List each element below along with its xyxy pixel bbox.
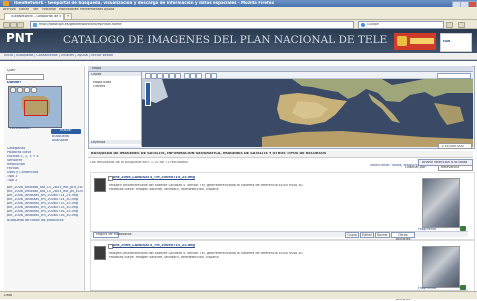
- metadata-page-label: Página de Metadatos: [96, 232, 132, 236]
- firefox-icon: [3, 1, 9, 6]
- tab-label: IGeoNetwork - Geoportal de búsqueda...: [11, 15, 61, 18]
- results-count: Los resultados de la búsqueda son: 1-10 …: [90, 161, 189, 164]
- site-nav-links[interactable]: Inicio | Búsqueda | Contáctenos | Enlace…: [4, 54, 304, 58]
- zoom-slider[interactable]: [145, 82, 151, 106]
- zoom-out-icon[interactable]: [24, 87, 30, 93]
- layers-title: Capas: [91, 72, 102, 76]
- url-bar[interactable]: http://www.ign.es/geonetwork/srv/es/main…: [30, 21, 354, 29]
- advanced-search-link-2[interactable]: Avanzada: [52, 139, 68, 143]
- zoom-in-icon[interactable]: [17, 87, 23, 93]
- status-text: Listo: [4, 293, 13, 297]
- window-titlebar: IGeoNetwork - Geoportal de búsqueda, vis…: [0, 0, 477, 8]
- full-extent-icon[interactable]: [31, 87, 37, 93]
- edit-button[interactable]: Editar: [360, 231, 374, 238]
- layer-item[interactable]: Límites: [93, 85, 105, 89]
- ministry-banner: [410, 38, 434, 44]
- forward-arrow-icon[interactable]: [10, 22, 17, 28]
- map-svg: [142, 79, 473, 147]
- copy-button[interactable]: Copia: [345, 231, 359, 238]
- site-title: CATÁLOGO DE IMÁGENES DEL PLAN NACIONAL D…: [63, 35, 388, 46]
- what-search-input[interactable]: [6, 74, 44, 80]
- all-products-link[interactable]: Búsqueda de todos los productos: [7, 219, 83, 223]
- recent-result-link[interactable]: pnt_2006_landsat5_tm_20060716_30.img: [7, 214, 83, 218]
- menu-item-editar[interactable]: Editar: [19, 8, 29, 12]
- map-view[interactable]: [142, 79, 473, 147]
- google-icon: [361, 23, 365, 27]
- site-navigation: Inicio | Búsqueda | Contáctenos | Enlace…: [0, 53, 477, 60]
- result-record: [90, 240, 475, 292]
- ign-logo: IGN: [440, 33, 472, 52]
- menu-item-marcadores[interactable]: Marcadores: [59, 8, 79, 12]
- overview-extent-box[interactable]: [24, 100, 48, 116]
- browser-tab[interactable]: IGeoNetwork - Geoportal de búsqueda...: [4, 13, 64, 20]
- results-title: BÚSQUEDA DE IMÁGENES DE SATÉLITE, INFORM…: [91, 152, 327, 155]
- search-engine-label: Google: [367, 23, 379, 26]
- ign-logo-text: IGN: [443, 40, 451, 43]
- menu-item-ver[interactable]: Ver: [33, 8, 39, 12]
- add-to-cart-label: Añadir selección a la cesta: [422, 160, 468, 164]
- sort-label: Ordenar por:: [405, 166, 427, 169]
- sort-select[interactable]: Relevancia: [438, 165, 473, 171]
- search-button[interactable]: Buscar: [51, 129, 81, 134]
- pan-icon[interactable]: [10, 87, 16, 93]
- layers-header: Capas: [89, 72, 141, 76]
- new-tab-icon[interactable]: +: [64, 13, 72, 20]
- raster-dataset-icon: [94, 178, 106, 192]
- site-favicon-icon: [33, 23, 37, 27]
- menu-item-archivo[interactable]: Archivo: [3, 8, 16, 12]
- delete-button[interactable]: Borrar: [375, 231, 390, 238]
- metadata-page-button[interactable]: Página de Metadatos: [93, 231, 132, 238]
- record-title-link[interactable]: pnt_2006_LANDSAT5_TM_20060715_25.img: [113, 244, 195, 248]
- record-thumbnail[interactable]: [422, 178, 460, 228]
- legend-title: Leyenda: [91, 140, 106, 144]
- coat-of-arms-icon: [397, 36, 407, 46]
- raster-dataset-icon: [94, 246, 106, 260]
- reload-icon[interactable]: [17, 22, 24, 28]
- scale-text: 1:16.000.000: [441, 144, 464, 148]
- scale-box: 1:16.000.000: [438, 143, 472, 149]
- menu-item-ayuda[interactable]: Ayuda: [104, 8, 114, 12]
- pnt-logo: PNT: [6, 32, 34, 45]
- back-arrow-icon[interactable]: [3, 22, 10, 28]
- legend-header: Leyenda: [89, 140, 141, 144]
- layer-tree: Mapa base Límites: [89, 72, 142, 146]
- record-keywords: Palabras clave: Imagen satélite, landsat…: [109, 256, 219, 259]
- results-header: BÚSQUEDA DE IMÁGENES DE SATÉLITE, INFORM…: [88, 151, 473, 158]
- record-keywords: Palabras clave: Imagen satélite, landsat…: [109, 188, 219, 191]
- where-label: Dónde?: [7, 81, 22, 84]
- map-tab[interactable]: Mapa: [92, 67, 101, 71]
- what-label: Qué?: [7, 69, 16, 72]
- menu-item-historial[interactable]: Historial: [42, 8, 56, 12]
- record-title-link[interactable]: pnt_2006_LANDSAT5_TM_20060714_25.img: [113, 176, 195, 180]
- home-icon[interactable]: [458, 22, 465, 28]
- window-title: IGeoNetwork - Geoportal de búsqueda, vis…: [14, 1, 275, 5]
- overview-caption: Localización: [10, 127, 31, 130]
- browser-search-input[interactable]: Google: [358, 21, 444, 29]
- record-thumbnail[interactable]: [422, 246, 460, 288]
- sort-value: Relevancia: [441, 166, 460, 169]
- url-text: http://www.ign.es/geonetwork/srv/es/main…: [39, 23, 122, 26]
- menu-item-herramientas[interactable]: Herramientas: [80, 8, 103, 12]
- search-go-icon[interactable]: [446, 22, 453, 28]
- other-actions-button[interactable]: Otras acciones: [391, 231, 415, 241]
- filter-link[interactable]: Tipo 2: [7, 179, 17, 183]
